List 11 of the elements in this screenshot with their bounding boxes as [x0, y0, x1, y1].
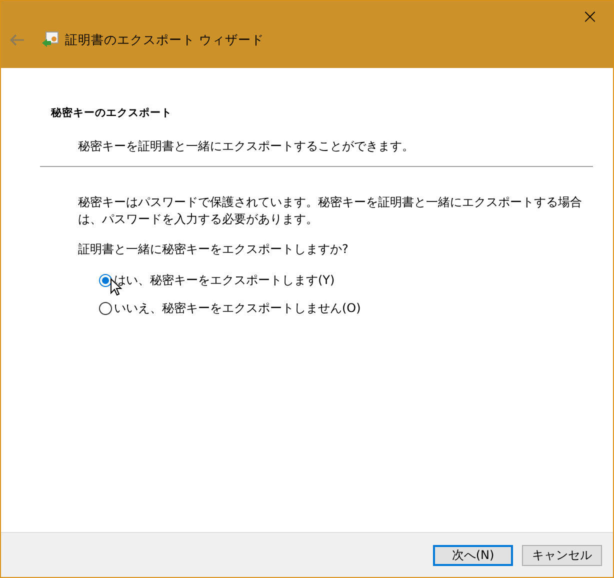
radio-option[interactable]: いいえ、秘密キーをエクスポートしません(O)	[99, 300, 361, 317]
window-title: 証明書のエクスポート ウィザード	[65, 32, 264, 48]
back-arrow-icon[interactable]	[9, 33, 25, 47]
description-text: 秘密キーはパスワードで保護されています。秘密キーを証明書と一緒にエクスポートする場合は、パスワードを入力する必要があります。	[78, 194, 583, 228]
page-subtitle: 秘密キーを証明書と一緒にエクスポートすることができます。	[78, 138, 415, 155]
dialog-button[interactable]: キャンセル	[522, 544, 602, 566]
question-text: 証明書と一緒に秘密キーをエクスポートしますか?	[78, 241, 350, 258]
page-heading: 秘密キーのエクスポート	[51, 106, 173, 120]
close-button[interactable]: ×	[567, 1, 613, 31]
dialog-button[interactable]: 次へ(N)	[433, 544, 513, 566]
certificate-icon	[41, 31, 59, 49]
